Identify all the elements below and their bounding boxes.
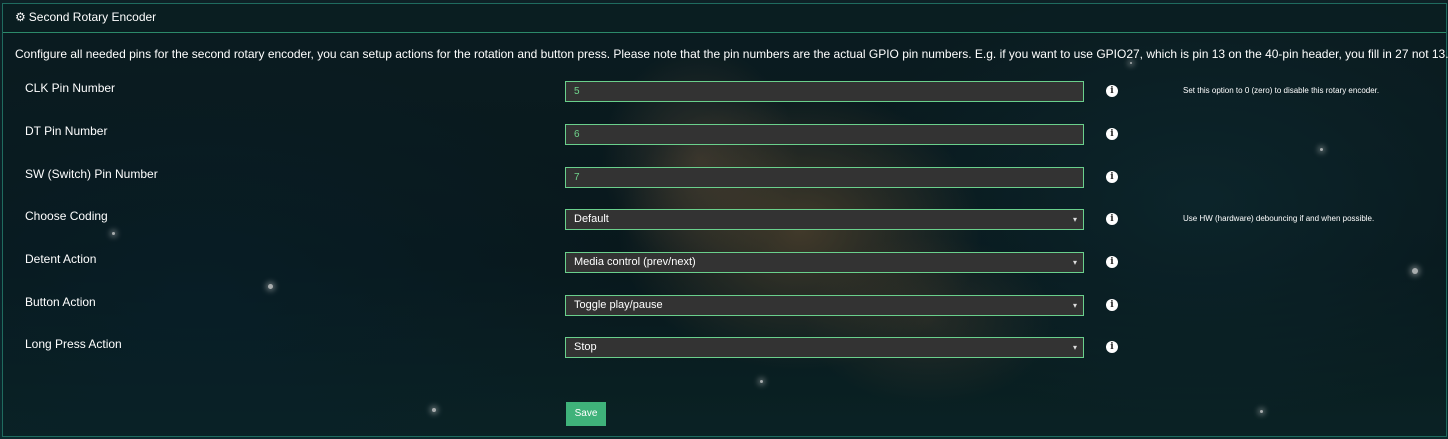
gear-icon: ⚙ [15, 10, 26, 24]
save-button[interactable]: Save [566, 402, 606, 426]
coding-hint: Use HW (hardware) debouncing if and when… [1183, 214, 1375, 223]
longpress-value: Stop [574, 341, 597, 353]
coding-value: Default [574, 213, 609, 225]
longpress-label: Long Press Action [25, 337, 122, 351]
chevron-down-icon: ▾ [1072, 301, 1077, 310]
sw-pin-input[interactable]: 7 [565, 167, 1084, 188]
info-icon[interactable]: i [1106, 85, 1118, 97]
coding-select[interactable]: Default ▾ [565, 209, 1084, 230]
detent-label: Detent Action [25, 252, 97, 266]
rotary-encoder-panel: ⚙ Second Rotary Encoder Configure all nee… [2, 3, 1448, 437]
panel-title: ⚙ Second Rotary Encoder [15, 10, 156, 24]
coding-row: Choose Coding Default ▾ i Use HW (hardwa… [3, 209, 1446, 239]
sw-row: SW (Switch) Pin Number 7 i [3, 167, 1446, 197]
info-icon[interactable]: i [1106, 213, 1118, 225]
button-row: Button Action Toggle play/pause ▾ i [3, 295, 1446, 325]
info-icon[interactable]: i [1106, 256, 1118, 268]
panel-title-text: Second Rotary Encoder [28, 10, 157, 24]
info-icon[interactable]: i [1106, 341, 1118, 353]
coding-label: Choose Coding [25, 209, 108, 223]
panel-description: Configure all needed pins for the second… [15, 47, 1448, 61]
info-icon[interactable]: i [1106, 171, 1118, 183]
button-action-select[interactable]: Toggle play/pause ▾ [565, 295, 1084, 316]
info-icon[interactable]: i [1106, 128, 1118, 140]
panel-header: ⚙ Second Rotary Encoder [3, 4, 1446, 33]
dt-row: DT Pin Number 6 i [3, 124, 1446, 154]
button-label: Button Action [25, 295, 96, 309]
chevron-down-icon: ▾ [1072, 343, 1077, 352]
longpress-select[interactable]: Stop ▾ [565, 337, 1084, 358]
info-icon[interactable]: i [1106, 299, 1118, 311]
sw-label: SW (Switch) Pin Number [25, 167, 158, 181]
detent-value: Media control (prev/next) [574, 256, 696, 268]
chevron-down-icon: ▾ [1072, 215, 1077, 224]
detent-select[interactable]: Media control (prev/next) ▾ [565, 252, 1084, 273]
clk-hint: Set this option to 0 (zero) to disable t… [1183, 86, 1380, 95]
clk-label: CLK Pin Number [25, 81, 116, 95]
longpress-row: Long Press Action Stop ▾ i [3, 337, 1446, 367]
clk-row: CLK Pin Number 5 i Set this option to 0 … [3, 81, 1446, 111]
dt-pin-input[interactable]: 6 [565, 124, 1084, 145]
dt-label: DT Pin Number [25, 124, 108, 138]
button-action-value: Toggle play/pause [574, 299, 663, 311]
chevron-down-icon: ▾ [1072, 258, 1077, 267]
clk-pin-input[interactable]: 5 [565, 81, 1084, 102]
detent-row: Detent Action Media control (prev/next) … [3, 252, 1446, 282]
